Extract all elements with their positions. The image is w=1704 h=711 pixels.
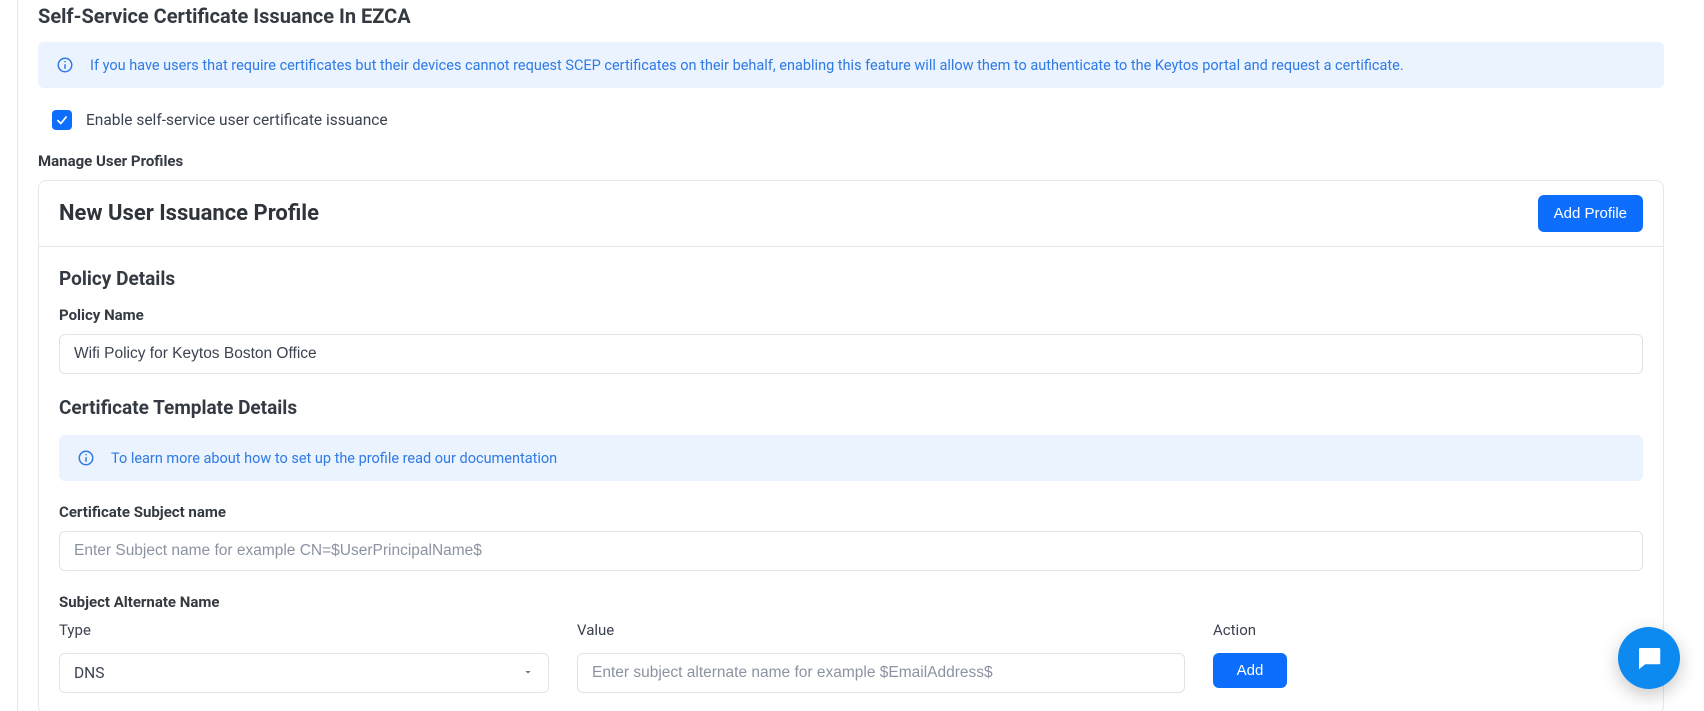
- subject-name-input[interactable]: [59, 531, 1643, 571]
- enable-self-service-checkbox[interactable]: [52, 110, 72, 130]
- card-header-title: New User Issuance Profile: [59, 201, 319, 226]
- info-banner-docs: To learn more about how to set up the pr…: [59, 435, 1643, 481]
- card-edge: [17, 0, 18, 711]
- san-type-value: DNS: [74, 664, 104, 682]
- san-value-label: Value: [577, 621, 1185, 639]
- template-details-heading: Certificate Template Details: [59, 396, 1643, 419]
- chat-icon: [1634, 643, 1664, 673]
- policy-name-label: Policy Name: [59, 306, 1643, 324]
- info-icon: [77, 449, 95, 467]
- add-profile-button[interactable]: Add Profile: [1538, 195, 1643, 232]
- san-add-button[interactable]: Add: [1213, 653, 1287, 688]
- caret-down-icon: [522, 664, 534, 682]
- chat-fab[interactable]: [1618, 627, 1680, 689]
- page-title: Self-Service Certificate Issuance In EZC…: [38, 4, 1664, 28]
- subject-name-label: Certificate Subject name: [59, 503, 1643, 521]
- info-banner-text: If you have users that require certifica…: [90, 57, 1404, 74]
- san-heading: Subject Alternate Name: [59, 593, 1643, 611]
- san-type-label: Type: [59, 621, 549, 639]
- docs-link[interactable]: To learn more about how to set up the pr…: [111, 450, 557, 467]
- info-icon: [56, 56, 74, 74]
- info-banner-self-service: If you have users that require certifica…: [38, 42, 1664, 88]
- policy-name-input[interactable]: [59, 334, 1643, 374]
- san-type-select[interactable]: DNS: [59, 653, 549, 693]
- manage-profiles-label: Manage User Profiles: [38, 152, 1664, 170]
- san-action-label: Action: [1213, 621, 1313, 639]
- san-value-input[interactable]: [577, 653, 1185, 693]
- issuance-profile-card: New User Issuance Profile Add Profile Po…: [38, 180, 1664, 711]
- card-header: New User Issuance Profile Add Profile: [39, 181, 1663, 247]
- enable-self-service-label: Enable self-service user certificate iss…: [86, 111, 388, 129]
- check-icon: [55, 113, 69, 127]
- san-row: Type DNS Value Action Add: [59, 621, 1643, 693]
- policy-details-heading: Policy Details: [59, 267, 1643, 290]
- enable-self-service-row: Enable self-service user certificate iss…: [52, 110, 1664, 130]
